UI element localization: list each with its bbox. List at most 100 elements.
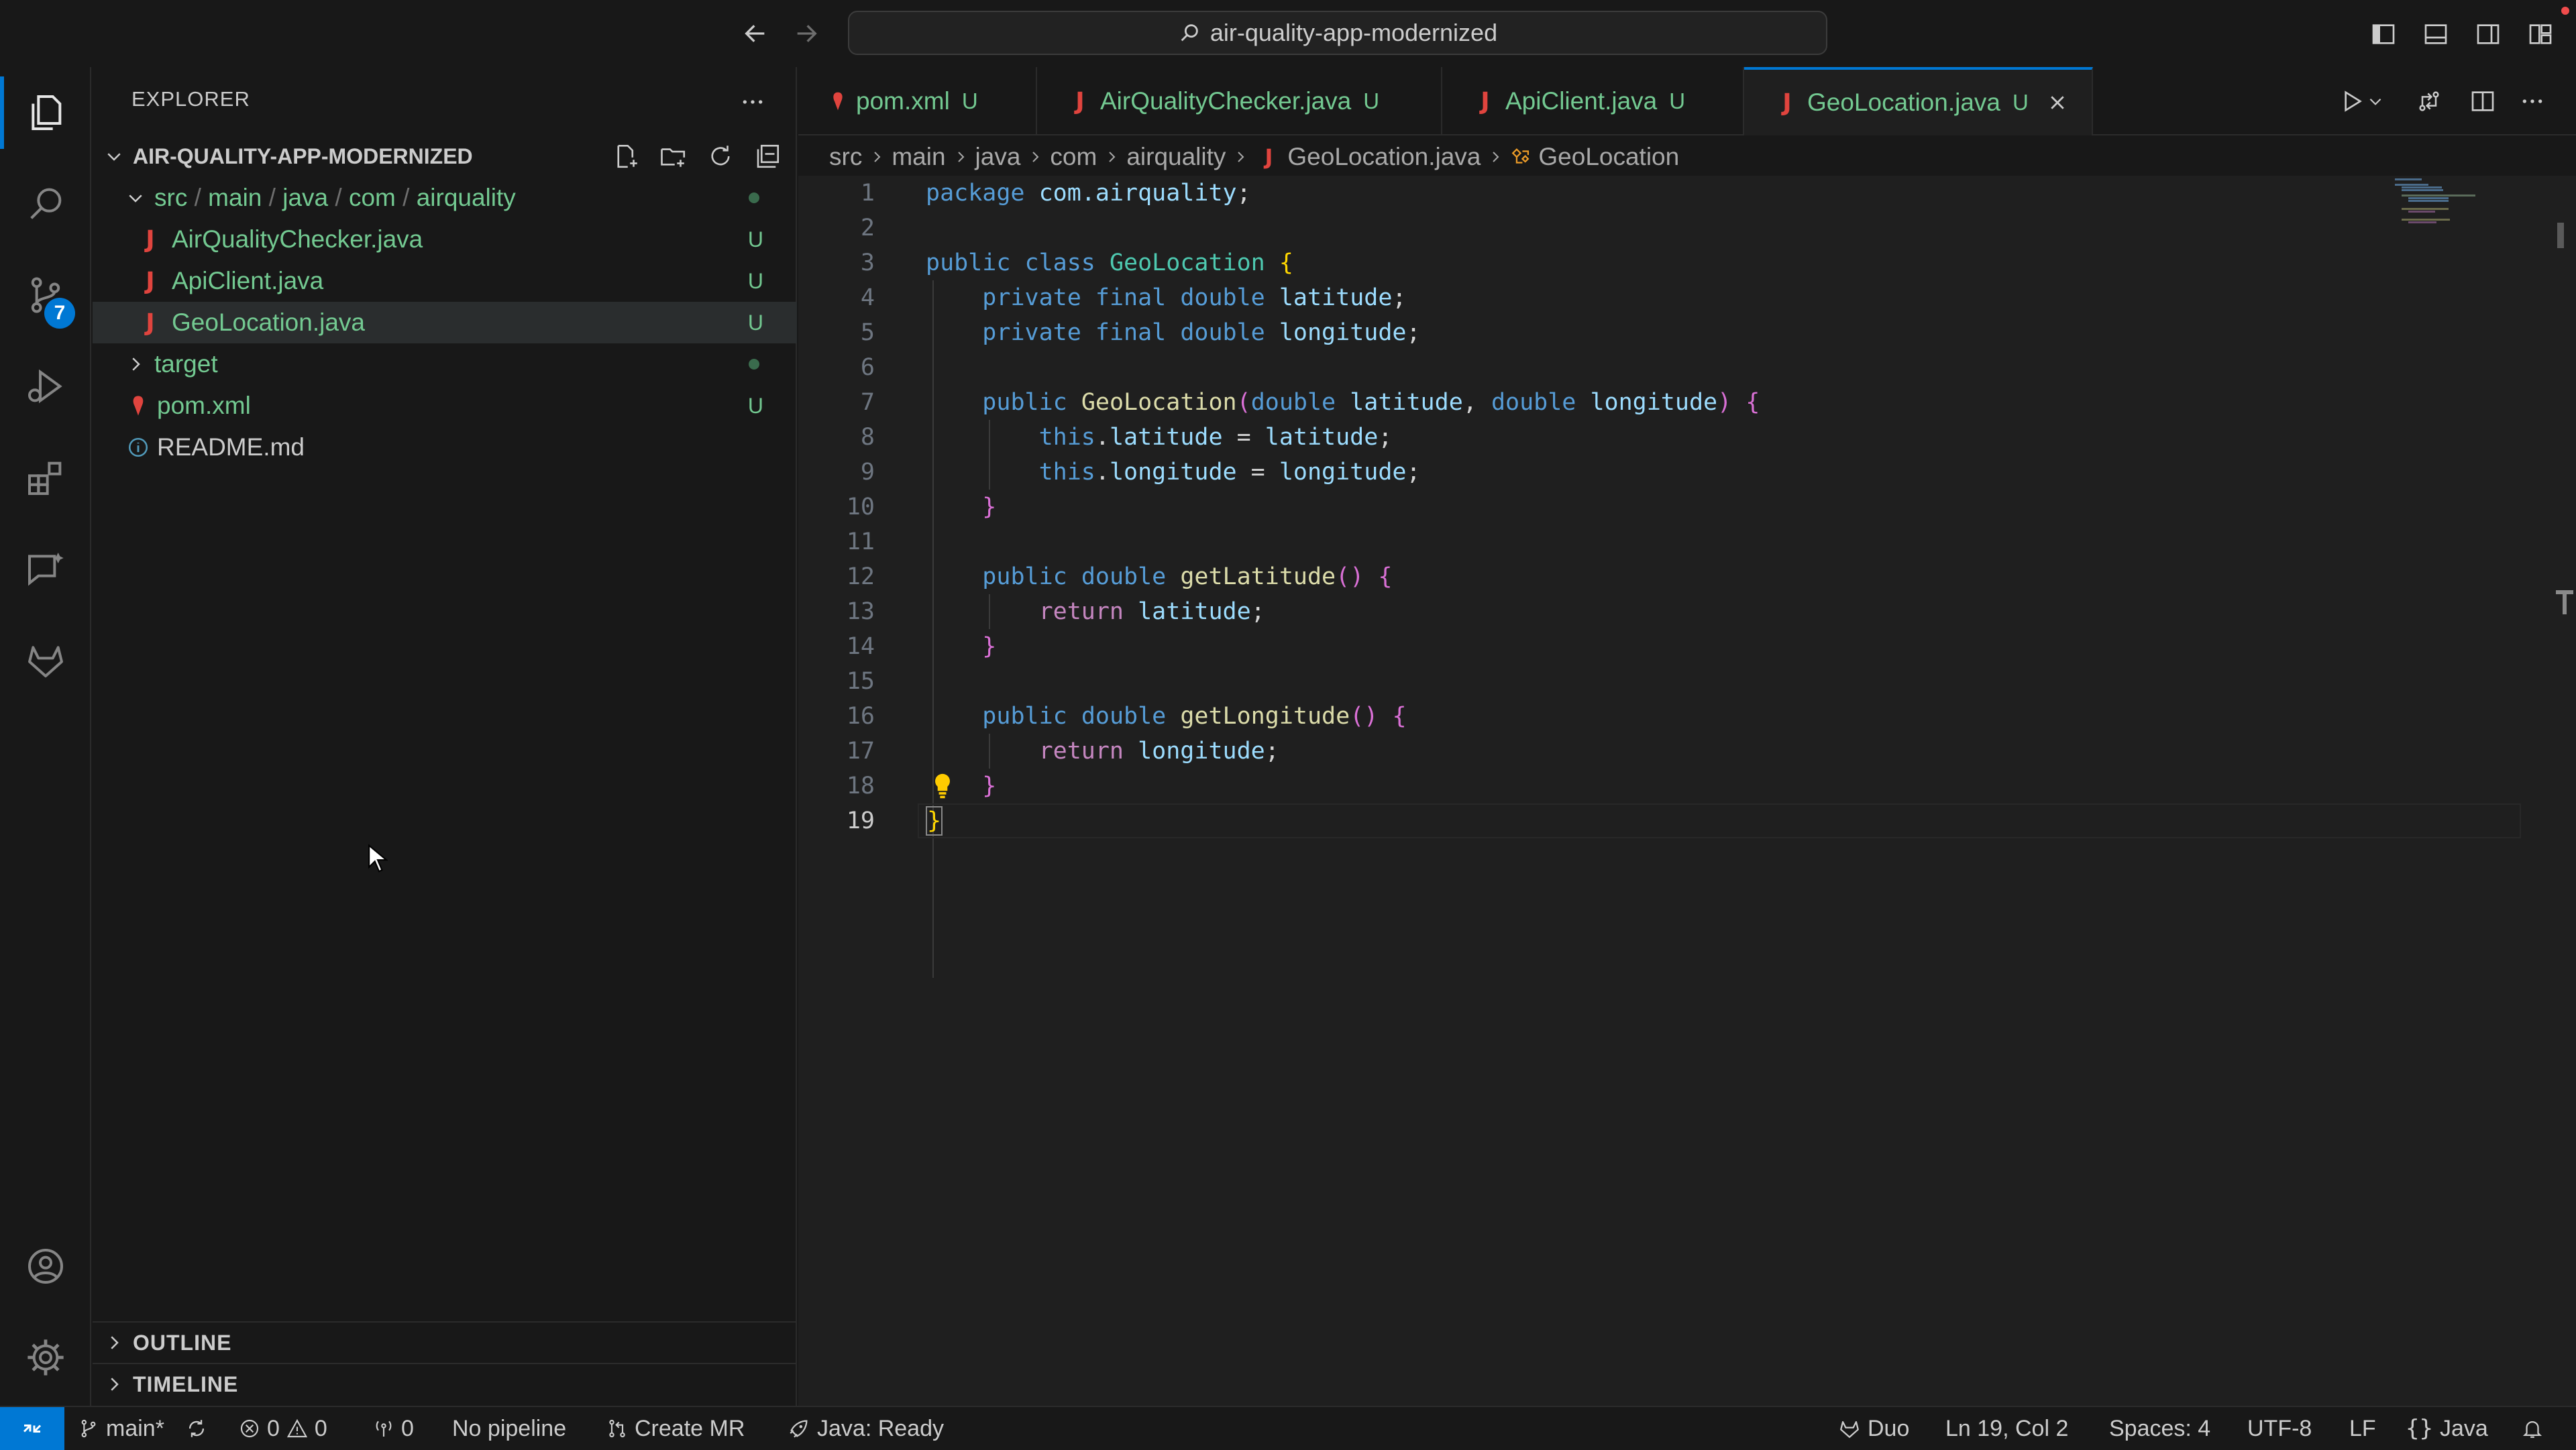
source-control-icon[interactable]: 7: [0, 249, 91, 341]
breadcrumb-item[interactable]: main: [892, 143, 945, 171]
code-line: 8 this.latitude = latitude;: [860, 424, 1393, 451]
file-row-airqualitychecker[interactable]: J AirQualityChecker.java U: [93, 219, 797, 260]
tab-airqualitychecker[interactable]: J AirQualityChecker.java U: [1037, 67, 1442, 135]
customize-layout-icon[interactable]: [2525, 19, 2556, 50]
collapse-all-icon[interactable]: [751, 140, 784, 172]
run-dropdown-icon[interactable]: [2365, 85, 2385, 118]
tab-status: U: [961, 89, 978, 113]
extensions-icon[interactable]: [0, 432, 91, 523]
code-line: 2: [860, 215, 875, 241]
chevron-down-icon: [122, 184, 149, 211]
pipeline-status[interactable]: No pipeline: [452, 1407, 566, 1450]
source-control-badge: 7: [44, 298, 75, 329]
close-tab-icon[interactable]: [2047, 93, 2068, 113]
java-file-icon: J: [1481, 87, 1490, 115]
folder-row-src[interactable]: src / main / java / com / airquality: [93, 177, 797, 219]
code-line: 14 }: [846, 633, 997, 660]
cursor-position[interactable]: Ln 19, Col 2: [1945, 1407, 2068, 1450]
problems-status[interactable]: 0 0: [239, 1407, 327, 1450]
scrollbar-marker: [2557, 223, 2564, 248]
file-row-pom[interactable]: pom.xml U: [93, 385, 797, 427]
code-line: 15: [846, 668, 875, 695]
more-actions-icon[interactable]: [2516, 85, 2549, 118]
search-icon[interactable]: [0, 158, 91, 249]
tab-geolocation[interactable]: J GeoLocation.java U: [1744, 67, 2093, 135]
code-editor[interactable]: 1 package com.airquality; 2 3 public class…: [798, 176, 2576, 1406]
chevron-right-icon: [953, 149, 969, 165]
mouse-cursor-icon: [368, 844, 388, 873]
file-row-apiclient[interactable]: J ApiClient.java U: [93, 260, 797, 302]
scrollbar-marker: [2563, 594, 2567, 614]
toggle-panel-icon[interactable]: [2420, 19, 2451, 50]
status-bar: main* 0 0 0 No pipeline Create MR Java: …: [0, 1406, 2576, 1450]
explorer-icon[interactable]: [0, 67, 91, 158]
modified-dot: [749, 192, 759, 203]
file-row-geolocation[interactable]: J GeoLocation.java U: [93, 302, 797, 343]
file-row-readme[interactable]: README.md: [93, 427, 797, 468]
xml-file-icon: [125, 394, 152, 417]
chevron-right-icon: [1027, 149, 1043, 165]
java-status[interactable]: Java: Ready: [788, 1407, 944, 1450]
account-icon[interactable]: [0, 1221, 91, 1312]
encoding-status[interactable]: UTF-8: [2247, 1407, 2312, 1450]
toggle-secondary-sidebar-icon[interactable]: [2473, 19, 2504, 50]
ports-status[interactable]: 0: [373, 1407, 414, 1450]
gitlab-icon[interactable]: [0, 614, 91, 706]
breadcrumb-item[interactable]: airquality: [1126, 143, 1226, 171]
back-arrow-icon[interactable]: [739, 17, 771, 50]
run-debug-icon[interactable]: [0, 341, 91, 432]
folder-path: src / main / java / com / airquality: [154, 184, 516, 211]
lightbulb-icon[interactable]: [932, 773, 953, 799]
breadcrumb-item[interactable]: GeoLocation.java: [1287, 143, 1481, 171]
folder-row-target[interactable]: target: [93, 343, 797, 385]
project-root-row[interactable]: AIR-QUALITY-APP-MODERNIZED: [93, 135, 797, 177]
untracked-status: U: [747, 227, 763, 252]
warning-icon: [286, 1418, 308, 1439]
notifications-bell-icon[interactable]: [2521, 1407, 2544, 1450]
tab-apiclient[interactable]: J ApiClient.java U: [1442, 67, 1744, 135]
toggle-primary-sidebar-icon[interactable]: [2368, 19, 2399, 50]
file-name: README.md: [157, 433, 305, 461]
code-line: 17 return longitude;: [846, 738, 1279, 765]
breadcrumb-item[interactable]: java: [975, 143, 1021, 171]
compare-changes-icon[interactable]: [2412, 85, 2446, 118]
outline-section[interactable]: OUTLINE: [93, 1321, 797, 1363]
command-center-search[interactable]: air-quality-app-modernized: [848, 11, 1827, 55]
sync-icon[interactable]: [185, 1407, 208, 1450]
create-mr-button[interactable]: Create MR: [606, 1407, 745, 1450]
info-icon: [125, 436, 152, 459]
minimap[interactable]: [2388, 176, 2509, 243]
language-mode[interactable]: {} Java: [2406, 1407, 2488, 1450]
branch-status[interactable]: main*: [78, 1407, 164, 1450]
refresh-icon[interactable]: [704, 140, 737, 172]
timeline-label: TIMELINE: [133, 1372, 239, 1396]
editor-scrollbar[interactable]: [2549, 176, 2576, 1406]
breadcrumb-item[interactable]: src: [829, 143, 862, 171]
file-name: ApiClient.java: [172, 267, 324, 294]
tab-pom-xml[interactable]: pom.xml U: [798, 67, 1037, 135]
indentation-status[interactable]: Spaces: 4: [2109, 1407, 2210, 1450]
eol-status[interactable]: LF: [2349, 1407, 2376, 1450]
remote-indicator[interactable]: [0, 1407, 64, 1450]
tab-label: pom.xml: [856, 87, 950, 115]
tab-label: GeoLocation.java: [1807, 89, 2000, 116]
duo-status[interactable]: Duo: [1838, 1407, 1909, 1450]
java-file-icon: J: [1075, 87, 1085, 115]
breadcrumb-item[interactable]: GeoLocation: [1538, 143, 1679, 171]
settings-gear-icon[interactable]: [0, 1312, 91, 1403]
class-symbol-icon: [1510, 146, 1533, 168]
code-line: 9 this.longitude = longitude;: [860, 459, 1421, 486]
breadcrumb-item[interactable]: com: [1050, 143, 1097, 171]
chat-icon[interactable]: [0, 523, 91, 614]
forward-arrow-icon[interactable]: [790, 17, 822, 50]
run-icon[interactable]: [2334, 85, 2368, 118]
code-line: 6: [860, 354, 875, 381]
tab-status: U: [1363, 89, 1380, 113]
timeline-section[interactable]: TIMELINE: [93, 1363, 797, 1404]
new-file-icon[interactable]: [610, 140, 643, 172]
more-actions-icon[interactable]: [737, 86, 769, 118]
new-folder-icon[interactable]: [657, 140, 690, 172]
java-file-icon: J: [1782, 89, 1792, 117]
split-editor-icon[interactable]: [2466, 85, 2500, 118]
chevron-right-icon: [869, 149, 885, 165]
